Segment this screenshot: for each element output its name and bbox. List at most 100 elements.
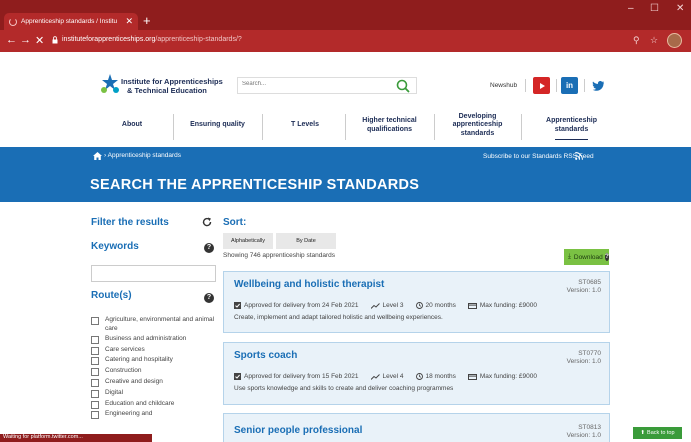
route-label: Business and administration xyxy=(105,334,187,342)
results-count: Showing 746 apprenticeship standards xyxy=(223,252,336,259)
download-button[interactable]: ⤓ Download ? xyxy=(564,249,609,265)
route-checkbox[interactable] xyxy=(91,411,99,420)
approved-check-icon xyxy=(234,302,241,309)
maximize-icon[interactable]: ☐ xyxy=(650,3,659,14)
route-option[interactable]: Care services xyxy=(91,346,221,355)
standard-code: ST0685 xyxy=(578,279,601,286)
nav-divider xyxy=(521,114,522,140)
loading-icon xyxy=(9,17,17,26)
browser-tabbar: Apprenticeship standards / Institu ✕ + –… xyxy=(0,0,691,30)
standard-card[interactable]: Senior people professional ST0813 Version… xyxy=(223,413,610,442)
funding-text: Max funding: £9000 xyxy=(479,373,537,380)
stop-icon[interactable]: ✕ xyxy=(35,34,44,47)
route-option[interactable]: Agriculture, environmental and animal ca… xyxy=(91,316,221,333)
card-title[interactable]: Wellbeing and holistic therapist xyxy=(234,279,384,290)
keywords-title: Keywords xyxy=(91,241,139,252)
route-checkbox[interactable] xyxy=(91,357,99,366)
duration-text: 20 months xyxy=(425,302,456,309)
route-checkbox[interactable] xyxy=(91,378,99,387)
standard-card[interactable]: Sports coach ST0770 Version: 1.0 Approved… xyxy=(223,342,610,405)
route-label: Education and childcare xyxy=(105,399,175,407)
header-divider xyxy=(584,79,585,92)
breadcrumb-current: Apprenticeship standards xyxy=(107,152,181,159)
route-option[interactable]: Engineering and xyxy=(91,410,221,420)
close-window-icon[interactable]: ✕ xyxy=(676,3,684,14)
route-option[interactable]: Education and childcare xyxy=(91,400,221,409)
routes-help-icon[interactable]: ? xyxy=(204,293,214,303)
card-title[interactable]: Senior people professional xyxy=(234,425,362,436)
route-option[interactable]: Creative and design xyxy=(91,378,221,387)
sort-alphabetically-button[interactable]: Alphabetically xyxy=(223,233,273,249)
minimize-icon[interactable]: – xyxy=(628,3,634,14)
new-tab-button[interactable]: + xyxy=(143,13,151,28)
back-icon[interactable]: ← xyxy=(6,34,17,46)
nav-ensuring-quality[interactable]: Ensuring quality xyxy=(180,104,255,147)
twitter-icon[interactable] xyxy=(589,77,606,94)
route-label: Digital xyxy=(105,388,124,396)
profile-avatar[interactable] xyxy=(667,33,682,48)
bookmark-star-icon[interactable]: ☆ xyxy=(650,35,658,46)
nav-developing-standards[interactable]: Developing apprenticeship standards xyxy=(435,104,520,147)
nav-label: About xyxy=(121,121,143,129)
approved-text: Approved for delivery from 24 Feb 2021 xyxy=(244,302,359,309)
route-checkbox[interactable] xyxy=(91,335,99,344)
back-to-top-button[interactable]: ⬆ Back to top xyxy=(633,427,682,439)
url-field[interactable]: instituteforapprenticeships.org/apprenti… xyxy=(62,36,242,43)
home-icon[interactable] xyxy=(93,152,102,160)
level-text: Level 3 xyxy=(382,302,404,309)
forward-icon[interactable]: → xyxy=(20,34,31,46)
standard-card[interactable]: Wellbeing and holistic therapist ST0685 V… xyxy=(223,271,610,333)
funding-card-icon xyxy=(467,302,477,309)
tab-close-icon[interactable]: ✕ xyxy=(125,16,133,27)
nav-t-levels[interactable]: T Levels xyxy=(265,104,345,147)
card-meta: Approved for delivery from 15 Feb 2021 L… xyxy=(234,373,549,380)
card-meta: Approved for delivery from 24 Feb 2021 L… xyxy=(234,302,549,309)
route-checkbox[interactable] xyxy=(91,389,99,398)
sort-by-date-button[interactable]: By Date xyxy=(276,233,336,249)
route-option[interactable]: Digital xyxy=(91,389,221,398)
browser-status-bar: Waiting for platform.twitter.com... xyxy=(0,434,152,442)
filter-title: Filter the results xyxy=(91,217,169,228)
reset-filters-icon[interactable] xyxy=(202,217,212,227)
linkedin-icon[interactable]: in xyxy=(561,77,578,94)
newshub-link[interactable]: Newshub xyxy=(490,82,517,89)
standard-code: ST0770 xyxy=(578,350,601,357)
nav-apprenticeship-standards[interactable]: Apprenticeship standards xyxy=(525,104,618,147)
standard-version: Version: 1.0 xyxy=(566,287,601,294)
level-trend-icon xyxy=(370,373,380,380)
header-divider xyxy=(556,79,557,92)
logo-text[interactable]: Institute for Apprenticeships & Technica… xyxy=(121,77,223,95)
card-code: ST0685 Version: 1.0 xyxy=(567,279,601,295)
keywords-input[interactable] xyxy=(91,265,216,282)
zoom-icon[interactable]: ⚲ xyxy=(633,35,640,46)
standard-code: ST0813 xyxy=(578,424,601,431)
route-option[interactable]: Catering and hospitality xyxy=(91,356,221,366)
nav-divider xyxy=(173,114,174,140)
browser-tab[interactable]: Apprenticeship standards / Institu ✕ xyxy=(4,13,138,30)
approved-text: Approved for delivery from 15 Feb 2021 xyxy=(244,373,359,380)
search-icon[interactable] xyxy=(396,79,410,93)
rss-icon[interactable] xyxy=(575,152,583,160)
card-title[interactable]: Sports coach xyxy=(234,350,297,361)
route-checkbox[interactable] xyxy=(91,346,99,355)
route-label: Construction xyxy=(105,367,142,375)
funding-text: Max funding: £9000 xyxy=(479,302,537,309)
nav-higher-technical[interactable]: Higher technical qualifications xyxy=(346,104,433,147)
route-option[interactable]: Business and administration xyxy=(91,335,221,344)
main-navigation: About Ensuring quality T Levels Higher t… xyxy=(0,104,691,147)
route-checkbox[interactable] xyxy=(91,400,99,409)
search-input[interactable] xyxy=(242,81,382,87)
youtube-icon[interactable] xyxy=(533,77,550,94)
institute-logo-icon[interactable] xyxy=(100,74,120,94)
keywords-help-icon[interactable]: ? xyxy=(204,243,214,253)
nav-about[interactable]: About xyxy=(112,104,152,147)
route-checkbox[interactable] xyxy=(91,368,99,377)
download-help-icon[interactable]: ? xyxy=(604,253,609,261)
breadcrumb[interactable]: › Apprenticeship standards xyxy=(104,152,181,159)
route-option[interactable]: Construction xyxy=(91,367,221,377)
card-code: ST0770 Version: 1.0 xyxy=(567,350,601,366)
route-checkbox[interactable] xyxy=(91,317,99,325)
nav-label: T Levels xyxy=(290,121,319,129)
nav-label: Ensuring quality xyxy=(190,121,245,129)
approved-check-icon xyxy=(234,373,241,380)
